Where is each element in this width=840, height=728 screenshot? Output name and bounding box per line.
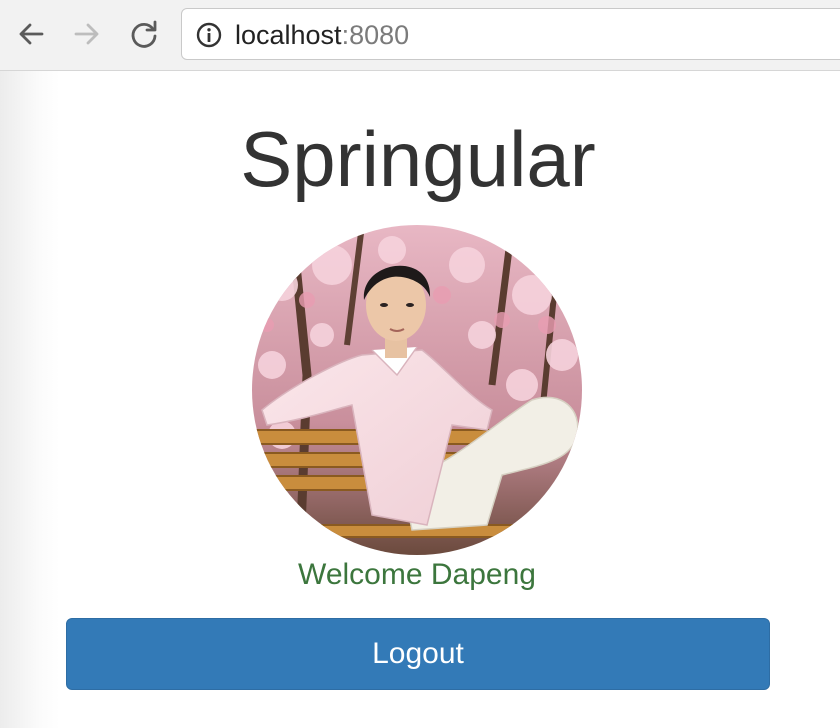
- app-title: Springular: [240, 115, 596, 203]
- user-photo: [252, 225, 582, 555]
- arrow-right-icon: [74, 23, 99, 45]
- avatar: [252, 225, 582, 555]
- logout-button[interactable]: Logout: [66, 618, 770, 690]
- reload-icon: [131, 20, 157, 48]
- info-circle-icon[interactable]: [196, 22, 222, 48]
- arrow-left-icon: [19, 23, 44, 45]
- url-port: :8080: [341, 20, 410, 50]
- address-bar[interactable]: localhost:8080: [181, 8, 840, 60]
- url-host: localhost: [235, 20, 342, 50]
- welcome-message: Welcome Dapeng: [298, 558, 536, 591]
- back-button[interactable]: [14, 17, 48, 51]
- browser-toolbar: localhost:8080: [0, 0, 840, 71]
- page-content: Springular Welcome Dapeng Logout: [0, 71, 840, 728]
- forward-button[interactable]: [70, 17, 104, 51]
- url-text[interactable]: localhost:8080: [235, 20, 409, 50]
- reload-button[interactable]: [127, 17, 161, 51]
